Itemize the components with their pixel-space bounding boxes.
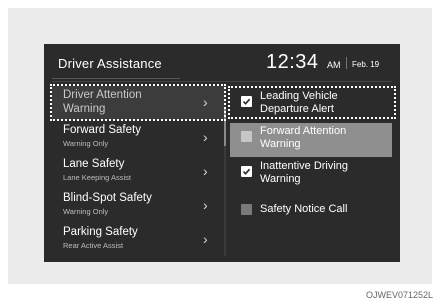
menu-item-title: Lane Safety (63, 158, 125, 170)
menu-item-subtitle: Rear Active Assist (63, 241, 124, 250)
menu-item-lane-safety[interactable]: Lane Safety Lane Keeping Assist › (52, 155, 224, 189)
checkbox-checked-icon[interactable] (241, 166, 252, 177)
option-label-line1: Inattentive Driving (260, 160, 349, 172)
header-divider (52, 81, 392, 82)
option-forward-attention-warning[interactable]: Forward Attention Warning (230, 123, 392, 157)
option-label-line1: Safety Notice Call (260, 203, 348, 215)
title-underline (52, 78, 180, 79)
option-safety-notice-call[interactable]: Safety Notice Call (230, 196, 392, 230)
menu-item-title: Parking Safety (63, 226, 138, 238)
chevron-right-icon: › (203, 231, 208, 247)
chevron-right-icon: › (203, 163, 208, 179)
option-label-line2: Warning (260, 138, 301, 150)
page-title: Driver Assistance (58, 56, 162, 71)
option-label-line2: Warning (260, 173, 301, 185)
menu-item-title: Blind-Spot Safety (63, 192, 152, 204)
checkbox-unchecked-icon[interactable] (241, 204, 252, 215)
option-inattentive-driving-warning[interactable]: Inattentive Driving Warning (230, 158, 392, 192)
header-separator (346, 57, 347, 69)
checkbox-unchecked-icon[interactable] (241, 131, 252, 142)
option-label-line1: Forward Attention (260, 125, 347, 137)
menu-item-forward-safety[interactable]: Forward Safety Warning Only › (52, 121, 224, 155)
clock-time: 12:34 (266, 51, 319, 73)
figure-code: OJWEV071252L (365, 290, 433, 300)
menu-item-subtitle: Warning Only (63, 139, 109, 148)
focus-indicator (228, 86, 396, 119)
focus-indicator (50, 84, 226, 121)
chevron-right-icon: › (203, 129, 208, 145)
chevron-right-icon: › (203, 197, 208, 213)
infotainment-screen: Driver Assistance 12:34 AM Feb. 19 Drive… (44, 44, 400, 262)
menu-item-subtitle: Warning Only (63, 207, 109, 216)
clock-date: Feb. 19 (352, 60, 380, 69)
menu-item-subtitle: Lane Keeping Assist (63, 173, 131, 182)
clock-ampm: AM (327, 60, 341, 70)
menu-item-parking-safety[interactable]: Parking Safety Rear Active Assist › (52, 223, 224, 257)
menu-item-blind-spot-safety[interactable]: Blind-Spot Safety Warning Only › (52, 189, 224, 223)
menu-item-title: Forward Safety (63, 124, 141, 136)
